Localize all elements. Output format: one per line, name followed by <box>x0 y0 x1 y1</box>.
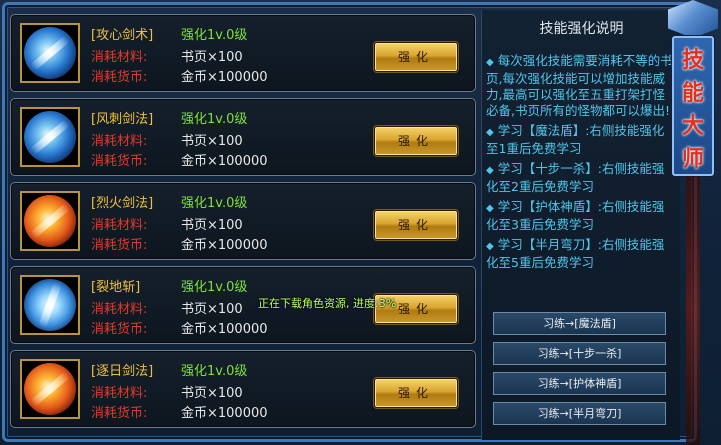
currency-value: 金币×100000 <box>181 406 268 421</box>
sun-chase-fire-icon <box>24 363 76 415</box>
skill-level: 强化1v.0级 <box>181 364 248 379</box>
skill-icon-slot <box>20 191 80 251</box>
wind-thrust-blue-icon <box>24 111 76 163</box>
material-label: 消耗材料: <box>91 386 148 401</box>
currency-value: 金币×100000 <box>181 322 268 337</box>
info-title: 技能强化说明 <box>539 21 624 37</box>
enhance-button[interactable]: 强化 <box>374 210 458 240</box>
skill-row: [逐日剑法] 消耗材料: 消耗货币: 强化1v.0级 书页×100 金币×100… <box>10 350 476 428</box>
hexagon-crest-icon <box>668 0 718 38</box>
sword-strike-blue-icon <box>24 27 76 79</box>
skill-name: [攻心剑术] <box>91 28 154 43</box>
skill-name: [逐日剑法] <box>91 364 154 379</box>
currency-label: 消耗货币: <box>91 322 148 337</box>
diamond-bullet-icon: ◆ <box>486 203 494 214</box>
banner-char: 师 <box>681 147 704 172</box>
info-paragraph: ◆ 每次强化技能需要消耗不等的书页,每次强化技能可以增加技能威力,最高可以强化至五… <box>486 53 673 118</box>
train-half-moon-blade-button[interactable]: 习练→[半月弯刀] <box>493 402 666 425</box>
currency-value: 金币×100000 <box>181 154 268 169</box>
skill-icon-slot <box>20 107 80 167</box>
info-paragraph: ◆ 学习【护体神盾】:右侧技能强化至3重后免费学习 <box>486 199 665 232</box>
diamond-bullet-icon: ◆ <box>486 241 494 252</box>
fire-sword-icon <box>24 195 76 247</box>
banner-char: 大 <box>681 114 704 139</box>
skill-row: [攻心剑术] 消耗材料: 消耗货币: 强化1v.0级 书页×100 金币×100… <box>10 14 476 92</box>
info-paragraph: ◆ 学习【魔法盾】:右侧技能强化至1重后免费学习 <box>486 123 665 156</box>
banner-strip: 技 能 大 师 <box>672 36 714 176</box>
currency-label: 消耗货币: <box>91 154 148 169</box>
skill-icon-slot <box>20 23 80 83</box>
skill-level: 强化1v.0级 <box>181 280 248 295</box>
currency-label: 消耗货币: <box>91 406 148 421</box>
info-body: ◆ 每次强化技能需要消耗不等的书页,每次强化技能可以增加技能威力,最高可以强化至五… <box>486 53 676 275</box>
diamond-bullet-icon: ◆ <box>486 165 494 176</box>
material-label: 消耗材料: <box>91 218 148 233</box>
enhance-button[interactable]: 强化 <box>374 378 458 408</box>
tassel-decoration <box>686 176 700 445</box>
currency-label: 消耗货币: <box>91 70 148 85</box>
currency-value: 金币×100000 <box>181 238 268 253</box>
train-body-shield-button[interactable]: 习练→[护体神盾] <box>493 372 666 395</box>
diamond-bullet-icon: ◆ <box>486 127 494 138</box>
banner-char: 技 <box>681 48 704 73</box>
skill-row: [裂地斩] 消耗材料: 消耗货币: 强化1v.0级 书页×100 金币×1000… <box>10 266 476 344</box>
skill-list: [攻心剑术] 消耗材料: 消耗货币: 强化1v.0级 书页×100 金币×100… <box>10 10 480 440</box>
skill-row: [烈火剑法] 消耗材料: 消耗货币: 强化1v.0级 书页×100 金币×100… <box>10 182 476 260</box>
diamond-bullet-icon: ◆ <box>486 57 494 68</box>
skill-name: [裂地斩] <box>91 280 141 295</box>
material-label: 消耗材料: <box>91 302 148 317</box>
material-value: 书页×100 <box>181 218 243 233</box>
earth-split-ice-icon <box>24 279 76 331</box>
enhance-button[interactable]: 强化 <box>374 126 458 156</box>
currency-label: 消耗货币: <box>91 238 148 253</box>
info-paragraph: ◆ 学习【十步一杀】:右侧技能强化至2重后免费学习 <box>486 161 665 194</box>
material-label: 消耗材料: <box>91 50 148 65</box>
skill-name: [风刺剑法] <box>91 112 154 127</box>
train-ten-step-kill-button[interactable]: 习练→[十步一杀] <box>493 342 666 365</box>
skill-level: 强化1v.0级 <box>181 112 248 127</box>
skill-level: 强化1v.0级 <box>181 28 248 43</box>
banner-char: 能 <box>681 81 704 106</box>
enhance-button[interactable]: 强化 <box>374 42 458 72</box>
material-value: 书页×100 <box>181 50 243 65</box>
skill-level: 强化1v.0级 <box>181 196 248 211</box>
material-value: 书页×100 <box>181 134 243 149</box>
skill-icon-slot <box>20 359 80 419</box>
train-magic-shield-button[interactable]: 习练→[魔法盾] <box>493 312 666 335</box>
currency-value: 金币×100000 <box>181 70 268 85</box>
skill-info-panel: 技能强化说明 ◆ 每次强化技能需要消耗不等的书页,每次强化技能可以增加技能威力,最… <box>481 10 680 440</box>
skill-name: [烈火剑法] <box>91 196 154 211</box>
download-progress-text: 正在下载角色资源, 进度:3% <box>258 297 397 310</box>
skill-master-banner: 技 能 大 师 <box>664 0 721 445</box>
skill-icon-slot <box>20 275 80 335</box>
skill-row: [风刺剑法] 消耗材料: 消耗货币: 强化1v.0级 书页×100 金币×100… <box>10 98 476 176</box>
material-label: 消耗材料: <box>91 134 148 149</box>
skill-master-panel: [攻心剑术] 消耗材料: 消耗货币: 强化1v.0级 书页×100 金币×100… <box>0 0 721 445</box>
info-paragraph: ◆ 学习【半月弯刀】:右侧技能强化至5重后免费学习 <box>486 237 665 270</box>
material-value: 书页×100 <box>181 302 243 317</box>
material-value: 书页×100 <box>181 386 243 401</box>
